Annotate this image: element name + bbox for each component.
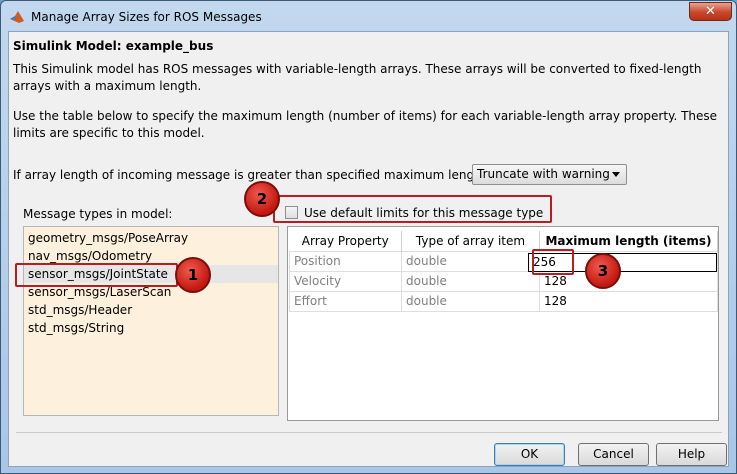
callout-badge-3: 3 bbox=[585, 253, 621, 289]
callout-box-checkbox bbox=[273, 195, 552, 223]
callout-badge-2: 2 bbox=[244, 181, 280, 217]
ok-button[interactable]: OK bbox=[494, 443, 565, 466]
column-header-item-type[interactable]: Type of array item bbox=[401, 231, 540, 251]
dialog-window: Manage Array Sizes for ROS Messages ✕ Si… bbox=[0, 0, 737, 474]
truncate-dropdown[interactable]: Truncate with warning bbox=[472, 164, 627, 185]
message-types-label: Message types in model: bbox=[23, 207, 173, 221]
description-paragraph: This Simulink model has ROS messages wit… bbox=[13, 62, 702, 93]
title-bar: Manage Array Sizes for ROS Messages ✕ bbox=[1, 1, 736, 31]
truncate-dropdown-value: Truncate with warning bbox=[477, 167, 610, 181]
chevron-down-icon bbox=[612, 172, 620, 177]
column-header-array-property[interactable]: Array Property bbox=[289, 231, 402, 251]
window-title: Manage Array Sizes for ROS Messages bbox=[31, 10, 262, 24]
cell-type: double bbox=[401, 290, 540, 312]
table-row[interactable]: Velocity double 128 bbox=[289, 270, 718, 292]
close-button[interactable]: ✕ bbox=[689, 2, 732, 21]
model-title: Simulink Model: example_bus bbox=[13, 39, 214, 53]
cancel-button[interactable]: Cancel bbox=[578, 443, 649, 466]
cell-max-length[interactable]: 128 bbox=[539, 290, 718, 312]
callout-badge-1: 1 bbox=[175, 257, 211, 293]
cell-type: double bbox=[401, 270, 540, 292]
table-row[interactable]: Effort double 128 bbox=[289, 290, 718, 312]
cell-property: Velocity bbox=[289, 270, 402, 292]
button-separator bbox=[16, 432, 722, 433]
cell-property: Effort bbox=[289, 290, 402, 312]
instructions-paragraph: Use the table below to specify the maxim… bbox=[13, 109, 718, 140]
table-header-row: Array Property Type of array item Maximu… bbox=[289, 231, 718, 251]
column-header-max-length[interactable]: Maximum length (items) bbox=[539, 231, 718, 251]
message-types-list[interactable]: geometry_msgs/PoseArray nav_msgs/Odometr… bbox=[23, 226, 279, 416]
list-item[interactable]: geometry_msgs/PoseArray bbox=[24, 229, 278, 247]
callout-box-message bbox=[15, 263, 178, 287]
dialog-body: Simulink Model: example_bus This Simulin… bbox=[8, 31, 729, 467]
list-item[interactable]: std_msgs/Header bbox=[24, 301, 278, 319]
cell-property: Position bbox=[289, 250, 402, 272]
list-item[interactable]: std_msgs/String bbox=[24, 319, 278, 337]
matlab-app-icon bbox=[10, 11, 24, 23]
truncate-label: If array length of incoming message is g… bbox=[13, 168, 491, 182]
cell-type: double bbox=[401, 250, 540, 272]
callout-box-max-length bbox=[532, 249, 574, 275]
help-button[interactable]: Help bbox=[656, 443, 727, 466]
